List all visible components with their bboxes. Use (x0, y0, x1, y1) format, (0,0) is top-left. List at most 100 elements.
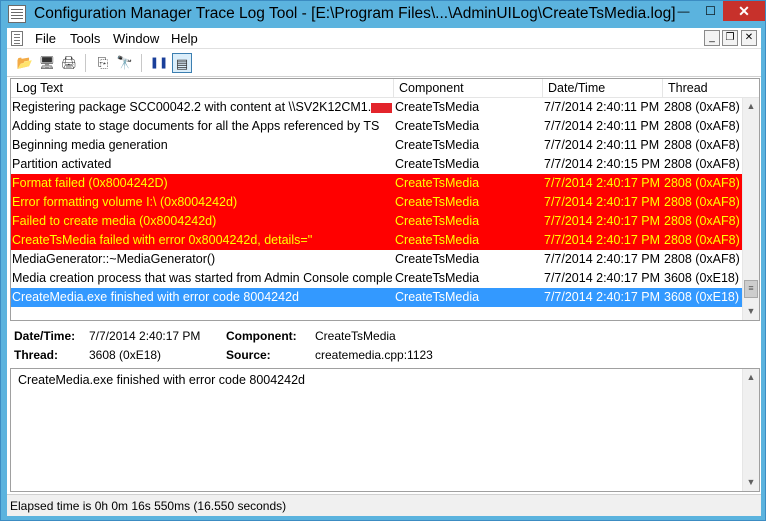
scroll-thumb[interactable]: ≡ (744, 280, 758, 298)
log-rows: Registering package SCC00042.2 with cont… (11, 98, 742, 307)
component-cell: CreateTsMedia (395, 214, 480, 228)
thread-cell: 3608 (0xE18) (664, 271, 740, 285)
thread-value: 3608 (0xE18) (89, 348, 162, 362)
component-cell: CreateTsMedia (395, 176, 480, 190)
datetime-cell: 7/7/2014 2:40:17 PM (544, 290, 661, 304)
component-label: Component: (226, 329, 297, 343)
log-text: Registering package SCC00042.2 with cont… (12, 100, 372, 114)
table-row[interactable]: Adding state to stage documents for all … (11, 117, 742, 136)
datetime-cell: 7/7/2014 2:40:11 PM (544, 138, 660, 152)
table-row[interactable]: Partition activated CreateTsMedia 7/7/20… (11, 155, 742, 174)
source-value: createmedia.cpp:1123 (315, 348, 433, 362)
thread-cell: 2808 (0xAF8) (664, 138, 740, 152)
pause-icon[interactable]: ❚❚ (149, 53, 169, 73)
print-preview-icon[interactable]: 🖥 (37, 53, 57, 73)
app-log-icon[interactable] (8, 5, 26, 23)
component-cell: CreateTsMedia (395, 157, 480, 171)
scroll-up-arrow-icon[interactable]: ▲ (743, 369, 759, 386)
thread-cell: 2808 (0xAF8) (664, 100, 740, 114)
table-row-error[interactable]: Failed to create media (0x8004242d) Crea… (11, 212, 742, 231)
open-folder-icon[interactable]: 📂 (15, 53, 35, 73)
log-text: Beginning media generation (12, 138, 168, 152)
status-bar: Elapsed time is 0h 0m 16s 550ms (16.550 … (7, 494, 761, 516)
toolbar-separator (141, 54, 142, 72)
menu-file[interactable]: File (35, 31, 56, 46)
highlight-icon[interactable]: ▤ (172, 53, 192, 73)
toolbar-separator (85, 54, 86, 72)
log-message-textbox[interactable]: CreateMedia.exe finished with error code… (10, 368, 760, 492)
thread-cell: 3608 (0xE18) (664, 290, 740, 304)
datetime-cell: 7/7/2014 2:40:11 PM (544, 100, 660, 114)
datetime-cell: 7/7/2014 2:40:17 PM (544, 214, 661, 228)
table-row[interactable]: MediaGenerator::~MediaGenerator() Create… (11, 250, 742, 269)
minimize-button[interactable]: — (670, 1, 697, 21)
close-button[interactable]: ✕ (723, 1, 765, 21)
copy-icon[interactable]: ⎘ (93, 53, 113, 73)
table-row[interactable]: Beginning media generation CreateTsMedia… (11, 136, 742, 155)
table-row[interactable]: Media creation process that was started … (11, 269, 742, 288)
column-header-datetime[interactable]: Date/Time (543, 79, 663, 98)
list-scrollbar[interactable]: ▲ ≡ ▼ (742, 98, 759, 320)
log-list[interactable]: Log Text Component Date/Time Thread Regi… (10, 78, 760, 321)
thread-cell: 2808 (0xAF8) (664, 252, 740, 266)
log-message-text: CreateMedia.exe finished with error code… (18, 373, 305, 387)
component-cell: CreateTsMedia (395, 233, 480, 247)
child-close-button[interactable]: ✕ (741, 30, 757, 46)
source-label: Source: (226, 348, 271, 362)
column-header-component[interactable]: Component (394, 79, 543, 98)
table-row-selected[interactable]: CreateMedia.exe finished with error code… (11, 288, 742, 307)
datetime-cell: 7/7/2014 2:40:11 PM (544, 119, 660, 133)
redacted-block (371, 102, 392, 113)
detail-pane: Date/Time: 7/7/2014 2:40:17 PM Component… (7, 322, 761, 366)
child-minimize-button[interactable]: _ (704, 30, 720, 46)
message-scrollbar[interactable]: ▲ ▼ (742, 369, 759, 491)
log-text: MediaGenerator::~MediaGenerator() (12, 252, 216, 266)
datetime-cell: 7/7/2014 2:40:17 PM (544, 233, 661, 247)
datetime-cell: 7/7/2014 2:40:15 PM (544, 157, 661, 171)
client-area: File Tools Window Help _ ❐ ✕ 📂 🖥 🖨 ⎘ 🔭 ❚… (7, 28, 761, 516)
component-cell: CreateTsMedia (395, 290, 480, 304)
log-text: Partition activated (12, 157, 112, 171)
log-text: CreateMedia.exe finished with error code… (12, 290, 299, 304)
thread-cell: 2808 (0xAF8) (664, 195, 740, 209)
datetime-cell: 7/7/2014 2:40:17 PM (544, 252, 661, 266)
table-row-error[interactable]: Format failed (0x8004242D) CreateTsMedia… (11, 174, 742, 193)
datetime-cell: 7/7/2014 2:40:17 PM (544, 271, 661, 285)
elapsed-time-text: Elapsed time is 0h 0m 16s 550ms (16.550 … (10, 499, 287, 513)
log-text: Failed to create media (0x8004242d) (12, 214, 217, 228)
thread-cell: 2808 (0xAF8) (664, 157, 740, 171)
table-row[interactable]: Registering package SCC00042.2 with cont… (11, 98, 742, 117)
list-header: Log Text Component Date/Time Thread (11, 79, 759, 98)
menu-window[interactable]: Window (113, 31, 159, 46)
log-text: Error formatting volume I:\ (0x8004242d) (12, 195, 238, 209)
table-row-error[interactable]: CreateTsMedia failed with error 0x800424… (11, 231, 742, 250)
menu-bar: File Tools Window Help _ ❐ ✕ (7, 28, 761, 49)
document-icon[interactable] (11, 31, 23, 46)
menu-help[interactable]: Help (171, 31, 198, 46)
toolbar: 📂 🖥 🖨 ⎘ 🔭 ❚❚ ▤ (7, 49, 761, 77)
datetime-value: 7/7/2014 2:40:17 PM (89, 329, 201, 343)
printer-icon[interactable]: 🖨 (59, 53, 79, 73)
title-bar[interactable]: Configuration Manager Trace Log Tool - [… (1, 1, 765, 28)
column-header-thread[interactable]: Thread (663, 79, 759, 98)
window-title: Configuration Manager Trace Log Tool - [… (34, 5, 676, 22)
log-text: CreateTsMedia failed with error 0x800424… (12, 233, 313, 247)
scroll-up-arrow-icon[interactable]: ▲ (743, 98, 759, 115)
log-text: Adding state to stage documents for all … (12, 119, 380, 133)
thread-label: Thread: (14, 348, 59, 362)
scroll-down-arrow-icon[interactable]: ▼ (743, 303, 759, 320)
column-header-log-text[interactable]: Log Text (11, 79, 394, 98)
maximize-button[interactable]: ☐ (697, 1, 724, 21)
thread-cell: 2808 (0xAF8) (664, 214, 740, 228)
find-binoculars-icon[interactable]: 🔭 (115, 53, 135, 73)
component-cell: CreateTsMedia (395, 195, 480, 209)
menu-tools[interactable]: Tools (70, 31, 100, 46)
child-restore-button[interactable]: ❐ (722, 30, 738, 46)
log-text: Media creation process that was started … (12, 271, 392, 285)
table-row-error[interactable]: Error formatting volume I:\ (0x8004242d)… (11, 193, 742, 212)
scroll-down-arrow-icon[interactable]: ▼ (743, 474, 759, 491)
datetime-cell: 7/7/2014 2:40:17 PM (544, 176, 661, 190)
log-text: Format failed (0x8004242D) (12, 176, 168, 190)
component-value: CreateTsMedia (315, 329, 396, 343)
datetime-cell: 7/7/2014 2:40:17 PM (544, 195, 661, 209)
